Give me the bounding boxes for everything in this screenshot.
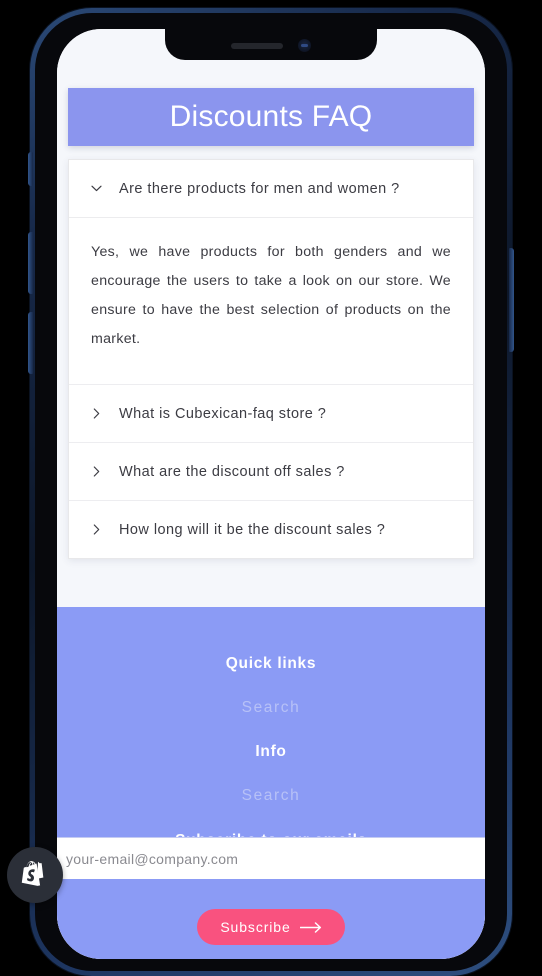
volume-down-button[interactable] (28, 312, 33, 374)
volume-up-button[interactable] (28, 232, 33, 294)
faq-question-text: What are the discount off sales ? (119, 463, 345, 480)
arrow-right-icon (299, 921, 322, 933)
faq-item: What are the discount off sales ? (69, 443, 473, 501)
footer-heading-quick-links: Quick links (225, 655, 317, 672)
power-button[interactable] (509, 248, 514, 352)
chevron-right-icon (91, 524, 102, 536)
earpiece-speaker-icon (231, 42, 283, 49)
email-input[interactable] (57, 838, 485, 879)
phone-screen: Discounts FAQ Are there products for men… (57, 29, 485, 959)
subscribe-button-label: Subscribe (220, 919, 291, 935)
phone-notch (165, 29, 377, 60)
page-title-banner: Discounts FAQ (68, 88, 474, 146)
faq-question-text: What is Cubexican-faq store ? (119, 405, 327, 422)
faq-item: What is Cubexican-faq store ? (69, 385, 473, 443)
faq-item: Are there products for men and women ? Y… (69, 160, 473, 385)
silent-switch-button[interactable] (28, 152, 33, 186)
page-content: Discounts FAQ Are there products for men… (57, 29, 485, 959)
chevron-right-icon (91, 408, 102, 420)
page-title: Discounts FAQ (169, 100, 373, 133)
faq-answer-text: Yes, we have products for both genders a… (91, 244, 451, 348)
faq-question-toggle[interactable]: What is Cubexican-faq store ? (69, 385, 473, 442)
shopify-logo-icon[interactable] (7, 847, 63, 903)
footer-link-search-quick[interactable]: Search (57, 699, 485, 717)
email-input-row (57, 837, 485, 879)
faq-question-toggle[interactable]: How long will it be the discount sales ? (69, 501, 473, 558)
footer-heading-info: Info (255, 743, 287, 760)
chevron-down-icon (91, 185, 102, 192)
site-footer: Quick links Search Info Search Subscribe… (57, 607, 485, 959)
front-camera-icon (298, 39, 311, 52)
faq-question-text: How long will it be the discount sales ? (119, 521, 386, 538)
faq-item: How long will it be the discount sales ? (69, 501, 473, 559)
faq-accordion: Are there products for men and women ? Y… (68, 159, 474, 560)
faq-answer-panel: Yes, we have products for both genders a… (69, 217, 473, 384)
footer-link-search-info[interactable]: Search (57, 787, 485, 805)
faq-question-toggle[interactable]: What are the discount off sales ? (69, 443, 473, 500)
chevron-right-icon (91, 466, 102, 478)
faq-question-toggle[interactable]: Are there products for men and women ? (69, 160, 473, 217)
subscribe-button[interactable]: Subscribe (197, 909, 345, 945)
faq-question-text: Are there products for men and women ? (119, 180, 400, 197)
